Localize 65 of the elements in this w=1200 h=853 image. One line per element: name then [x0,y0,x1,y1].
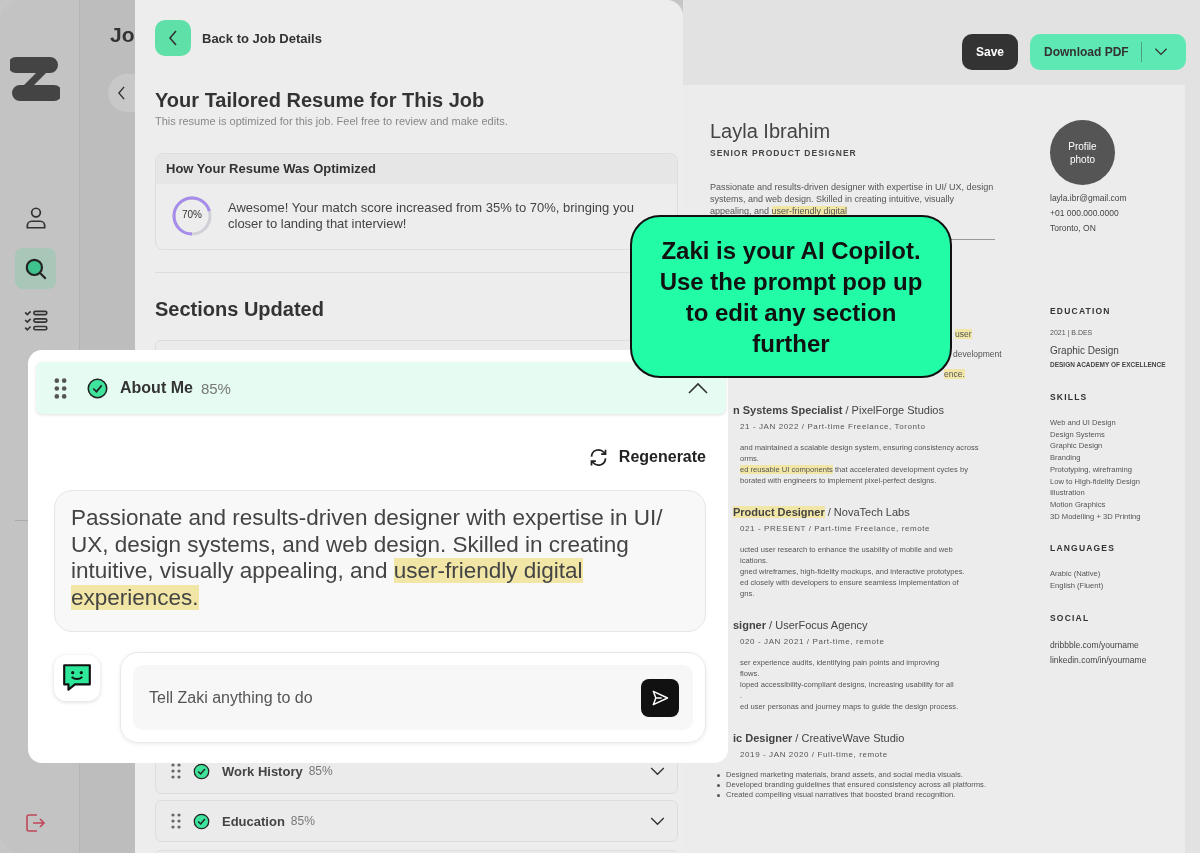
section-title: Work History [222,763,303,779]
resume-text: ence. [944,369,965,379]
job-meta: 021 - PRESENT / Part-time Freelance, remote [739,523,932,535]
callout-text: Zaki is your AI Copilot. Use the prompt pop up to edit any section further [658,235,924,359]
page-heading: Jo [110,22,135,48]
job-meta: 2019 - JAN 2020 / Full-time, remote [739,749,889,761]
resume-text: development [953,349,1002,359]
drag-handle-icon[interactable] [171,813,181,829]
chevron-icon[interactable] [650,816,665,826]
resume-section-heading: EDUCATION [1050,305,1112,317]
education-field: Graphic Design [1050,343,1190,359]
section-text-box[interactable]: Passionate and results-driven designer with expertise in UI/ UX, design systems, and web design. Skilled in creating intuitive, visually appealing, and user-friendly digital experiences. [54,490,706,632]
social-link[interactable]: linkedin.com/in/yourname [1050,653,1190,669]
section-score: 85% [200,379,231,397]
section-score: 85% [290,814,315,828]
resume-role: SENIOR PRODUCT DESIGNER [710,147,858,159]
drag-handle-icon[interactable] [54,377,67,399]
chevron-left-icon[interactable] [117,86,126,100]
save-button[interactable]: Save [962,34,1018,70]
resume-section-heading: SKILLS [1050,391,1089,403]
chevron-left-icon[interactable] [168,30,178,46]
section-row[interactable]: Education 85% [155,800,678,842]
section-heading: Sections Updated [155,297,325,322]
bullet-icon [717,784,720,787]
job-meta: 21 - JAN 2022 / Part-time Freelance, Toronto [739,421,927,433]
assistant-button[interactable] [54,655,100,701]
resume-text: user [955,329,972,339]
back-button[interactable] [155,20,191,56]
job-title: signer / UserFocus Agency [732,618,869,633]
download-pdf-button[interactable]: Download PDF [1030,34,1186,70]
job-meta: 020 - JAN 2021 / Part-time, remote [739,636,886,648]
sidebar-nav-item[interactable] [15,248,56,289]
score-message: Awesome! Your match score increased from 35% to 70%, bringing you closer to landing that interview! [228,200,635,232]
bullet-icon [717,774,720,777]
send-button[interactable] [641,678,679,717]
contact-phone: +01 000.000.0000 [1050,207,1120,220]
resume-name: Layla Ibrahim [710,119,832,144]
job-title: n Systems Specialist / PixelForge Studios [732,403,945,418]
contact-email: layla.ibr@gmail.com [1050,192,1128,205]
section-header[interactable]: About Me 85% [36,362,726,414]
resume-section-heading: SOCIAL [1050,612,1091,625]
card-title: How Your Resume Was Optimized [156,154,677,184]
prompt-input-field[interactable]: Tell Zaki anything to do [147,687,641,708]
score-label: 70% [181,209,203,220]
back-button[interactable] [108,74,135,112]
caret-icon[interactable] [1153,48,1168,56]
job-title: ic Designer / CreativeWave Studio [732,731,906,746]
smiley-chat-icon[interactable] [61,662,93,694]
resume-section-heading: LANGUAGES [1050,542,1117,555]
chevron-icon[interactable] [650,766,665,776]
section-title: About Me [120,379,193,397]
photo-label: Profile photo [1067,139,1098,166]
drag-handle-icon[interactable] [171,763,181,779]
prompt-field[interactable]: Tell Zaki anything to do [133,665,693,730]
page-title: Your Tailored Resume for This Job [155,88,486,112]
section-text: Passionate and results-driven designer with expertise in UI/ UX, design systems, and web design. Skilled in creating intuitive, visually appealing, and user-friendly digital experiences. [71,505,664,611]
regenerate-button[interactable]: Regenerate [587,444,706,470]
section-score: 85% [308,764,333,778]
section-title: Education [222,813,285,829]
page-subtitle: This resume is optimized for this job. Feel free to review and make edits. [155,114,509,128]
back-link[interactable]: Back to Job Details [202,30,322,46]
bullet-icon [717,794,720,797]
contact-location: Toronto, ON [1050,222,1097,235]
social-link[interactable]: dribbble.com/yourname [1050,638,1190,654]
chevron-icon[interactable] [688,382,708,394]
